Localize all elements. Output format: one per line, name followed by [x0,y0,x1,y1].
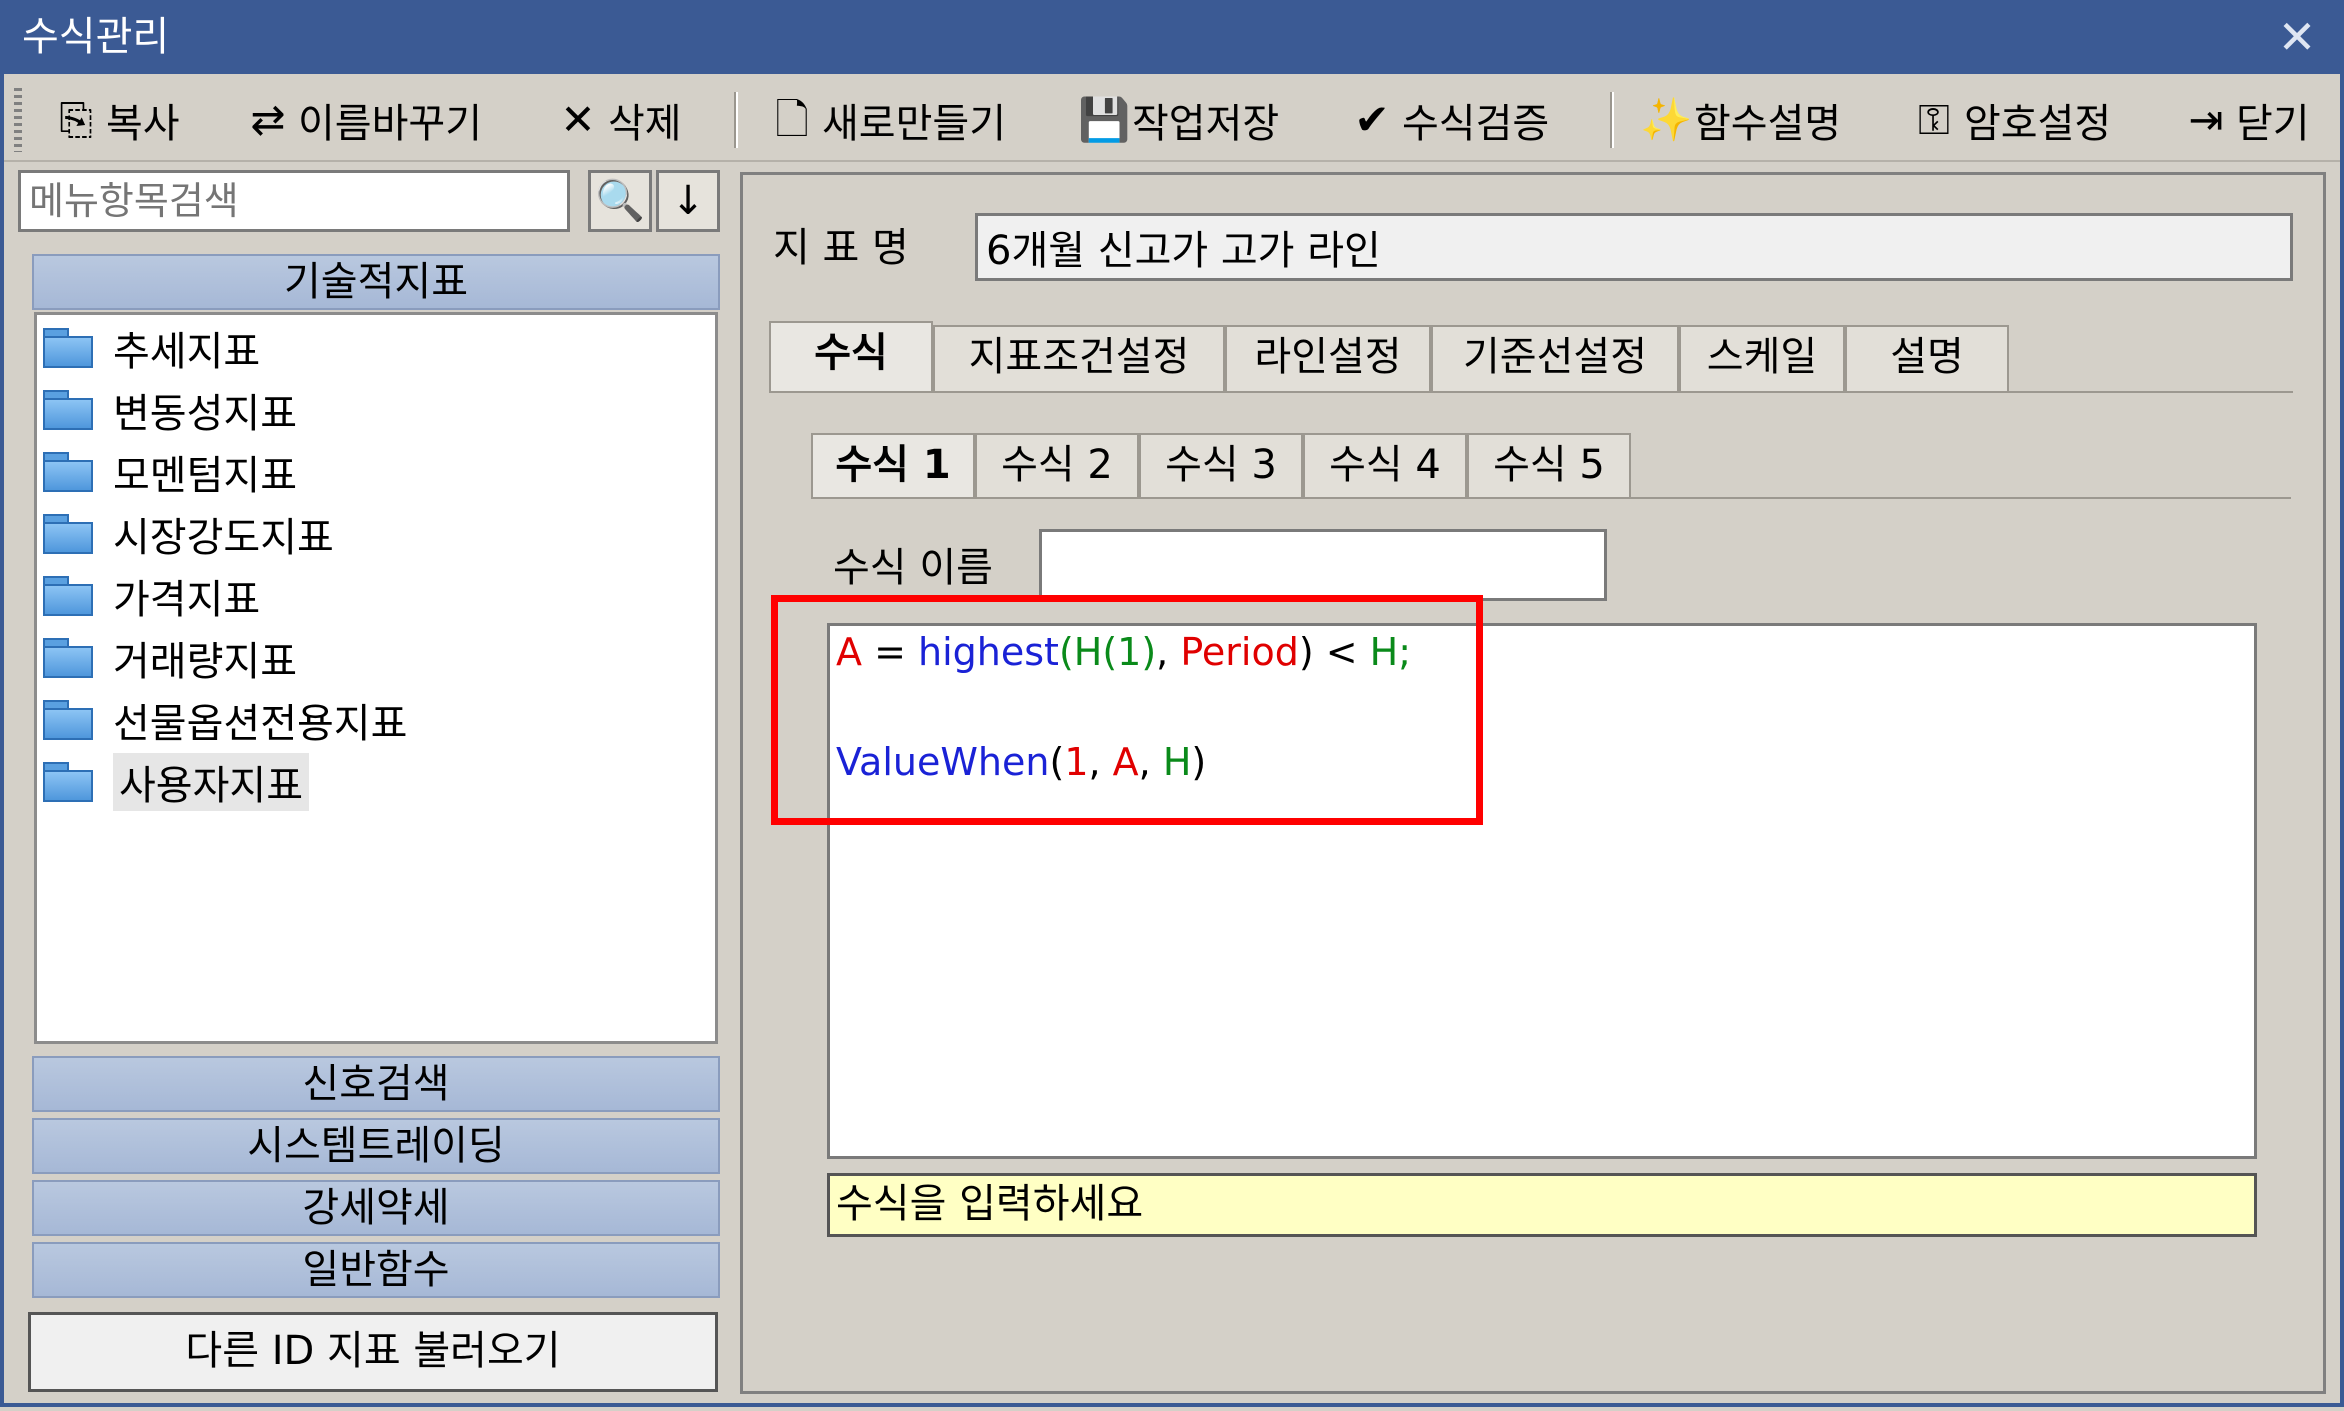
close-window-button[interactable]: ✕ [2272,12,2322,62]
tree-item-volume[interactable]: 거래량지표 [43,629,297,687]
category-system-trading[interactable]: 시스템트레이딩 [32,1118,720,1174]
left-panel: 🔍 ↓ 기술적지표 추세지표 변동성지표 모멘텀지표 시장강도지표 가격지표 거… [18,170,724,1395]
open-folder-icon [43,762,93,802]
password-button[interactable]: ⚿ 암호설정 [1910,88,2111,152]
verify-button[interactable]: ✔ 수식검증 [1348,88,1549,152]
search-button[interactable]: 🔍 [588,170,652,232]
window-title: 수식관리 [22,14,170,60]
copy-icon: ⎘ [59,95,93,144]
tab-formula[interactable]: 수식 [769,321,933,391]
tree-item-futures-options[interactable]: 선물옵션전용지표 [43,691,407,749]
toolbar: ⎘ 복사 ⇄ 이름바꾸기 ✕ 삭제 🗋 새로만들기 💾 작업저장 ✔ 수식검증 ✨ 함수설명 … [4,80,2340,162]
tree-item-momentum[interactable]: 모멘텀지표 [43,443,297,501]
folder-icon [43,514,93,554]
title-bar: 수식관리 ✕ [4,0,2340,74]
menu-search-input[interactable] [18,170,570,232]
category-technical-indicators[interactable]: 기술적지표 [32,254,720,310]
save-button[interactable]: 💾 작업저장 [1078,88,1279,152]
folder-icon [43,638,93,678]
subtab-formula-5[interactable]: 수식 5 [1467,433,1631,497]
arrow-down-icon: ↓ [671,178,705,224]
rename-icon: ⇄ [250,95,286,144]
magic-wand-icon: ✨ [1640,95,1693,144]
subtab-divider [811,497,2291,499]
folder-icon [43,700,93,740]
formula-manager-window: 수식관리 ✕ ⎘ 복사 ⇄ 이름바꾸기 ✕ 삭제 🗋 새로만들기 💾 작업저장 ✔ 수식검증… [0,0,2344,1407]
new-document-icon: 🗋 [775,95,809,144]
category-signal-search[interactable]: 신호검색 [32,1056,720,1112]
folder-icon [43,576,93,616]
toolbar-close-button[interactable]: ⇥ 닫기 [2182,88,2309,152]
copy-button[interactable]: ⎘ 복사 [52,88,179,152]
tab-line-settings[interactable]: 라인설정 [1225,325,1431,391]
formula-name-label: 수식 이름 [833,545,993,591]
toolbar-separator [1610,92,1614,148]
tree-item-volatility[interactable]: 변동성지표 [43,381,297,439]
tree-item-user[interactable]: 사용자지표 [43,753,309,811]
tab-baseline-settings[interactable]: 기준선설정 [1431,325,1679,391]
tab-indicator-conditions[interactable]: 지표조건설정 [933,325,1225,391]
subtab-formula-2[interactable]: 수식 2 [975,433,1139,497]
subtab-formula-1[interactable]: 수식 1 [811,433,975,499]
search-icon: 🔍 [595,178,645,224]
rename-button[interactable]: ⇄ 이름바꾸기 [244,88,482,152]
function-help-button[interactable]: ✨ 함수설명 [1640,88,1841,152]
formula-name-input[interactable] [1039,529,1607,601]
tree-item-market-strength[interactable]: 시장강도지표 [43,505,334,563]
load-other-id-button[interactable]: 다른 ID 지표 불러오기 [28,1312,718,1392]
tree-item-price[interactable]: 가격지표 [43,567,260,625]
tree-item-trend[interactable]: 추세지표 [43,319,260,377]
exit-door-icon: ⇥ [2188,95,2224,144]
indicator-name-label: 지 표 명 [773,225,909,271]
tab-scale[interactable]: 스케일 [1679,325,1845,391]
folder-icon [43,452,93,492]
delete-button[interactable]: ✕ 삭제 [554,88,681,152]
key-icon: ⚿ [1918,95,1950,144]
folder-icon [43,390,93,430]
new-button[interactable]: 🗋 새로만들기 [768,88,1006,152]
indicator-tree: 추세지표 변동성지표 모멘텀지표 시장강도지표 가격지표 거래량지표 선물옵션전… [34,312,718,1044]
highlight-annotation-box [771,595,1483,825]
tab-description[interactable]: 설명 [1845,325,2009,391]
folder-icon [43,328,93,368]
download-button[interactable]: ↓ [656,170,720,232]
category-strength-weakness[interactable]: 강세약세 [32,1180,720,1236]
indicator-name-input[interactable] [975,213,2293,281]
tab-divider [769,391,2293,393]
category-general-functions[interactable]: 일반함수 [32,1242,720,1298]
checkmark-icon: ✔ [1354,95,1390,144]
toolbar-separator [734,92,738,148]
floppy-disk-icon: 💾 [1078,95,1131,144]
status-message: 수식을 입력하세요 [827,1173,2257,1237]
right-panel: 지 표 명 수식 지표조건설정 라인설정 기준선설정 스케일 설명 수식 1 수… [740,172,2326,1394]
toolbar-grip[interactable] [14,88,22,152]
subtab-formula-3[interactable]: 수식 3 [1139,433,1303,497]
delete-x-icon: ✕ [560,95,596,144]
subtab-formula-4[interactable]: 수식 4 [1303,433,1467,497]
